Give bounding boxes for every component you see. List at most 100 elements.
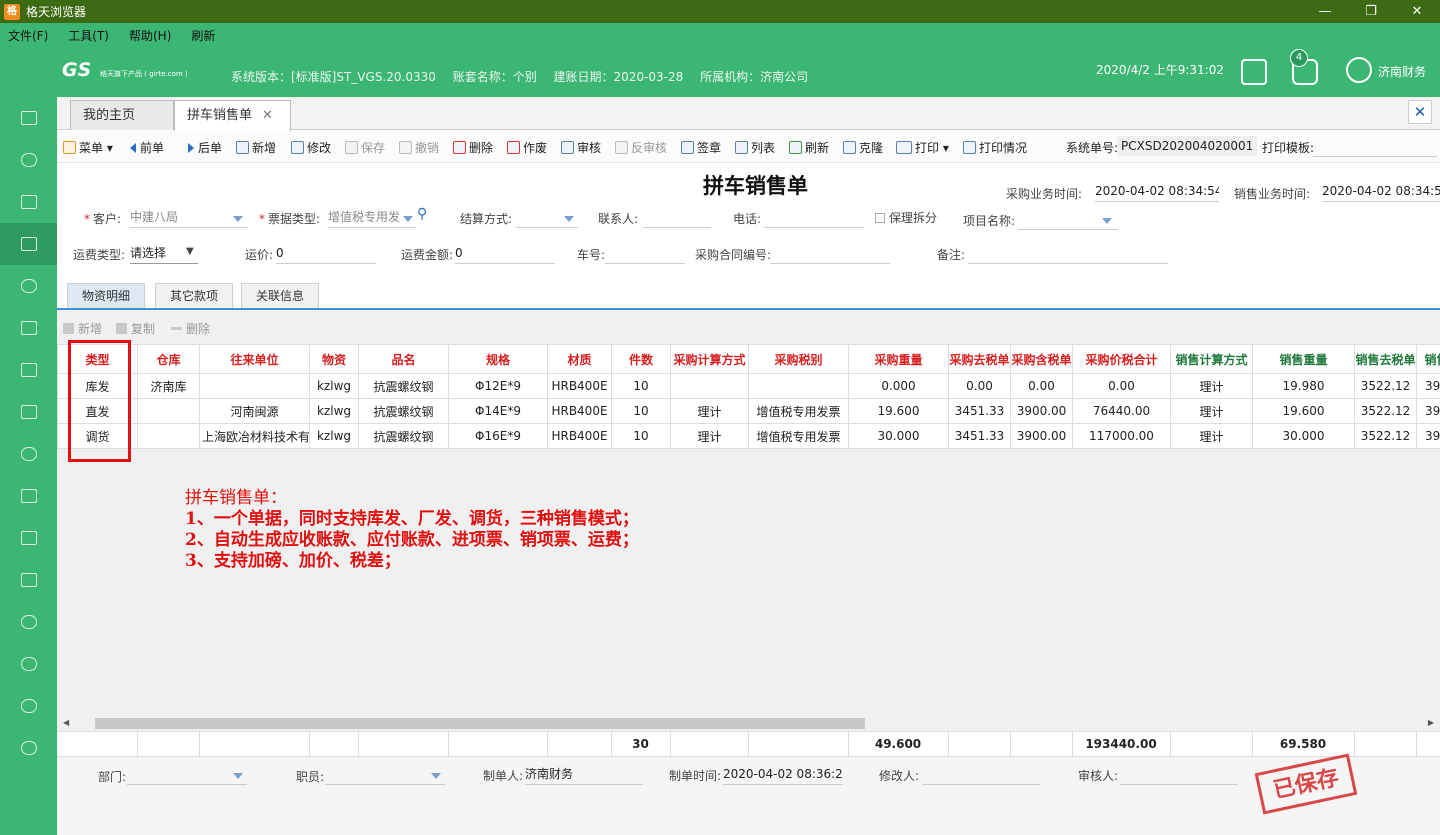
column-header[interactable]: 采购税别 <box>748 344 849 374</box>
sidebar-item-10[interactable] <box>0 517 57 559</box>
void-button[interactable]: 作废 <box>507 139 547 156</box>
table-cell[interactable]: 3900.00 <box>1010 423 1073 449</box>
refresh-button[interactable]: 刷新 <box>789 139 829 156</box>
save-button[interactable]: 保存 <box>345 139 385 156</box>
contact-field[interactable] <box>643 208 711 228</box>
phone-field[interactable] <box>764 208 864 228</box>
table-cell[interactable]: 19.600 <box>1252 398 1355 424</box>
chevron-down-icon[interactable] <box>431 773 441 779</box>
column-header[interactable]: 仓库 <box>137 344 200 374</box>
next-button[interactable]: 后单 <box>188 139 222 156</box>
sidebar-item-2[interactable] <box>0 181 57 223</box>
table-cell[interactable]: 河南闽源 <box>199 398 310 424</box>
table-cell[interactable]: 理计 <box>1170 423 1253 449</box>
table-cell[interactable]: 3522.12 <box>1354 423 1417 449</box>
column-header[interactable]: 采购重量 <box>848 344 949 374</box>
table-cell[interactable]: 10 <box>611 373 671 399</box>
table-cell[interactable] <box>137 398 200 424</box>
grid-delete-button[interactable]: 删除 <box>171 320 210 337</box>
column-header[interactable]: 采购计算方式 <box>670 344 749 374</box>
table-cell[interactable]: 398 <box>1416 423 1440 449</box>
sidebar-item-11[interactable] <box>0 559 57 601</box>
print-template-select[interactable] <box>1313 137 1437 157</box>
chevron-down-icon[interactable] <box>233 216 243 222</box>
scroll-right-icon[interactable]: ▶ <box>1428 718 1434 727</box>
close-tab-icon[interactable]: ✕ <box>262 108 273 123</box>
table-cell[interactable]: Φ14E*9 <box>448 398 548 424</box>
menu-button[interactable]: 菜单 ▾ <box>63 139 113 156</box>
table-cell[interactable]: 19.980 <box>1252 373 1355 399</box>
freight-price-field[interactable]: 0 <box>276 244 376 264</box>
sale-time-field[interactable]: 2020-04-02 08:34:54 <box>1322 182 1440 202</box>
sidebar-item-4[interactable] <box>0 265 57 307</box>
column-header[interactable]: 采购价税合计 <box>1072 344 1171 374</box>
table-row[interactable]: 直发 河南闽源 kzlwg 抗震螺纹钢 Φ14E*9 HRB400E 10 理计 增值税专用发票… <box>57 398 1440 424</box>
table-cell[interactable]: 30.000 <box>848 423 949 449</box>
table-cell[interactable]: 398 <box>1416 373 1440 399</box>
sidebar-item-13[interactable] <box>0 643 57 685</box>
car-no-field[interactable] <box>605 244 685 264</box>
menu-refresh[interactable]: 刷新 <box>191 27 215 44</box>
table-cell[interactable]: 398 <box>1416 398 1440 424</box>
table-cell[interactable] <box>748 373 849 399</box>
table-cell[interactable]: 3522.12 <box>1354 373 1417 399</box>
table-cell[interactable]: 30.000 <box>1252 423 1355 449</box>
table-cell[interactable]: HRB400E <box>547 423 612 449</box>
column-header[interactable]: 销售 <box>1416 344 1440 374</box>
table-cell[interactable]: 0.00 <box>948 373 1011 399</box>
table-cell[interactable]: 19.600 <box>848 398 949 424</box>
chevron-down-icon[interactable] <box>233 773 243 779</box>
close-window-button[interactable]: ✕ <box>1394 0 1440 23</box>
table-cell[interactable]: 理计 <box>1170 373 1253 399</box>
table-cell[interactable]: 3451.33 <box>948 423 1011 449</box>
table-cell[interactable]: 0.00 <box>1072 373 1171 399</box>
table-row[interactable]: 库发 济南库 kzlwg 抗震螺纹钢 Φ12E*9 HRB400E 10 0.000 0.00 0… <box>57 373 1440 399</box>
column-header[interactable]: 品名 <box>358 344 449 374</box>
tab-related-info[interactable]: 关联信息 <box>241 283 320 308</box>
table-cell[interactable] <box>137 423 200 449</box>
grid-hscrollbar[interactable]: ◀ ▶ <box>57 716 1440 731</box>
sidebar-item-1[interactable] <box>0 139 57 181</box>
column-header[interactable]: 件数 <box>611 344 671 374</box>
sidebar-item-9[interactable] <box>0 475 57 517</box>
sign-button[interactable]: 签章 <box>681 139 721 156</box>
caret-down-icon[interactable]: ▼ <box>186 246 194 257</box>
contract-no-field[interactable] <box>770 244 890 264</box>
table-cell[interactable]: 增值税专用发票 <box>748 398 849 424</box>
sidebar-item-sales[interactable] <box>0 223 57 265</box>
table-cell[interactable]: 抗震螺纹钢 <box>358 423 449 449</box>
sidebar-item-8[interactable] <box>0 433 57 475</box>
search-icon[interactable]: ⚲ <box>417 206 427 222</box>
sidebar-item-5[interactable] <box>0 307 57 349</box>
table-cell[interactable]: 增值税专用发票 <box>748 423 849 449</box>
tab-sales-order[interactable]: 拼车销售单 ✕ <box>174 100 291 131</box>
column-header[interactable]: 销售去税单 <box>1354 344 1417 374</box>
prev-button[interactable]: 前单 <box>130 139 164 156</box>
table-cell[interactable]: 76440.00 <box>1072 398 1171 424</box>
table-cell[interactable]: 抗震螺纹钢 <box>358 373 449 399</box>
menu-help[interactable]: 帮助(H) <box>129 27 171 44</box>
edit-button[interactable]: 修改 <box>291 139 331 156</box>
column-header[interactable]: 往来单位 <box>199 344 310 374</box>
close-all-icon[interactable]: ✕ <box>1408 100 1432 124</box>
dept-field[interactable] <box>127 765 247 785</box>
task-list-icon[interactable] <box>1241 59 1267 85</box>
minimize-button[interactable]: — <box>1302 0 1348 23</box>
table-cell[interactable]: 3900.00 <box>1010 398 1073 424</box>
table-cell[interactable]: 10 <box>611 423 671 449</box>
table-cell[interactable]: 10 <box>611 398 671 424</box>
column-header[interactable]: 物资 <box>309 344 359 374</box>
table-cell[interactable]: 0.00 <box>1010 373 1073 399</box>
table-cell[interactable]: HRB400E <box>547 398 612 424</box>
scroll-thumb[interactable] <box>95 718 865 729</box>
column-header[interactable]: 采购含税单 <box>1010 344 1073 374</box>
table-cell[interactable]: Φ16E*9 <box>448 423 548 449</box>
sidebar-item-15[interactable] <box>0 727 57 769</box>
table-cell[interactable]: 上海欧冶材料技术有 <box>199 423 310 449</box>
tab-other-items[interactable]: 其它款项 <box>155 283 234 308</box>
scroll-left-icon[interactable]: ◀ <box>63 718 69 727</box>
column-header[interactable]: 采购去税单 <box>948 344 1011 374</box>
table-cell[interactable]: 0.000 <box>848 373 949 399</box>
column-header[interactable]: 销售计算方式 <box>1170 344 1253 374</box>
table-cell[interactable]: 理计 <box>1170 398 1253 424</box>
